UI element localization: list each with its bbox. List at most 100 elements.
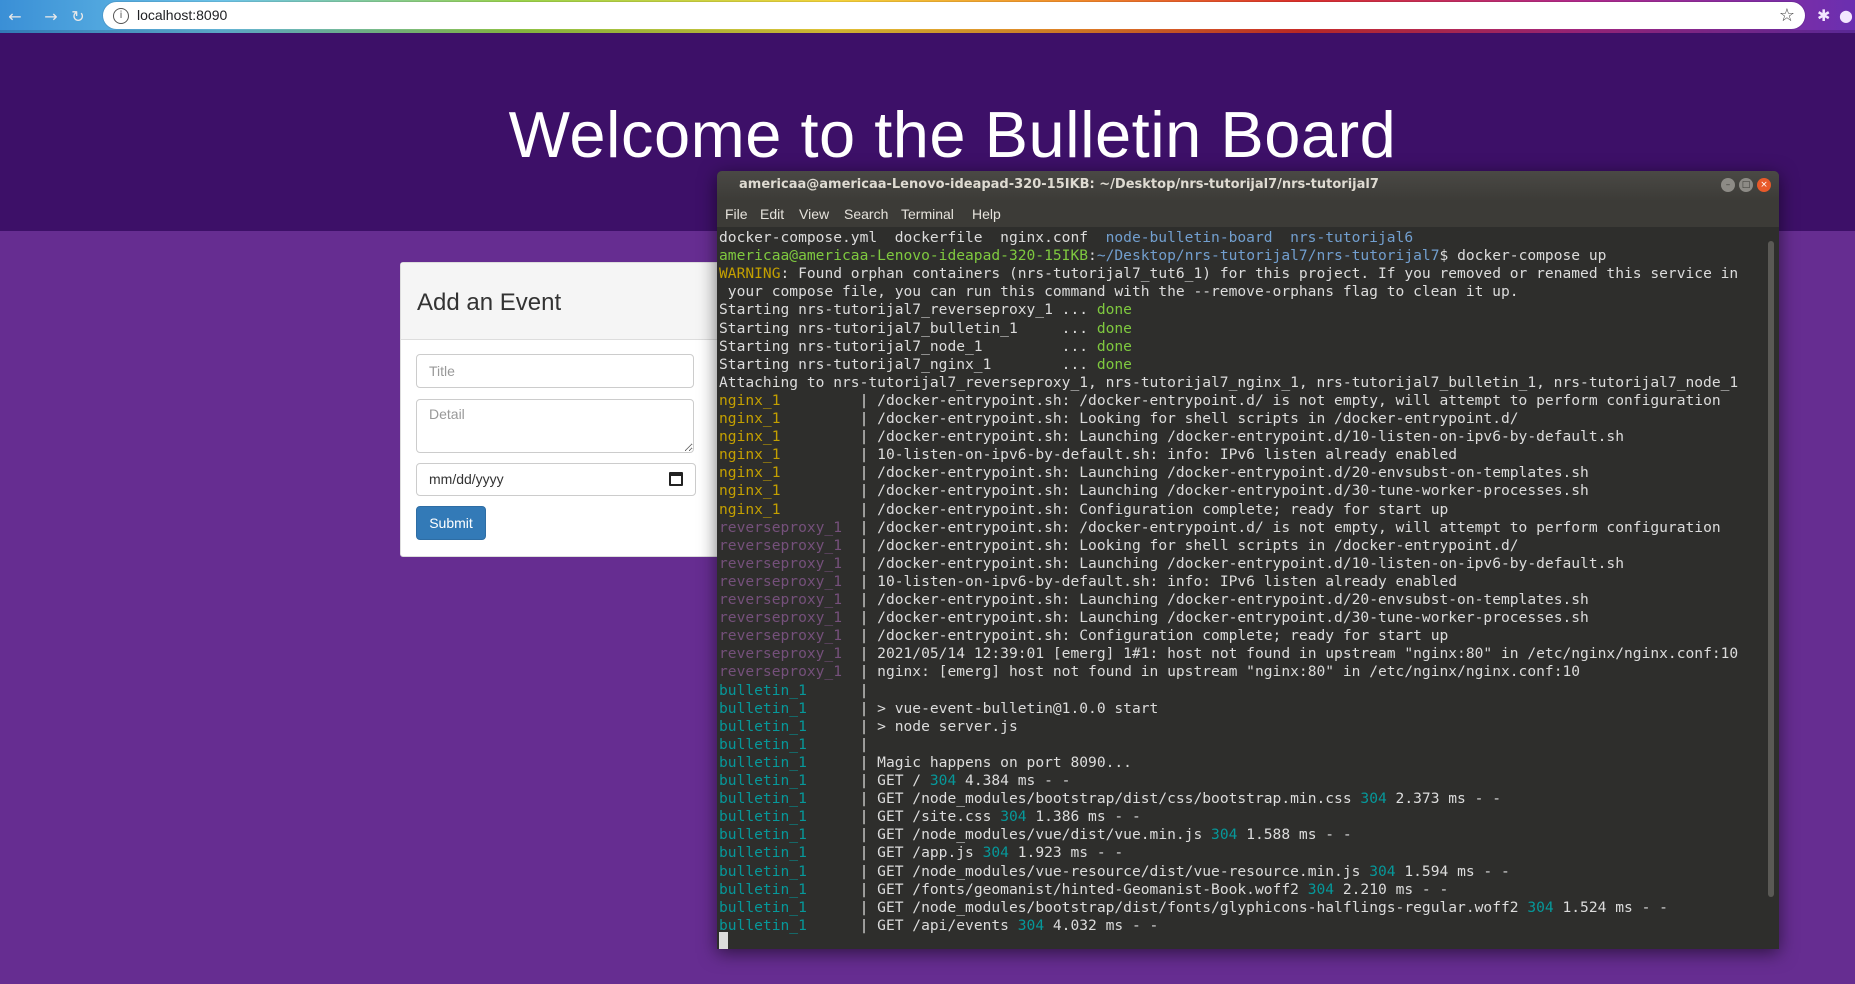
reload-icon[interactable]: ↻ bbox=[67, 6, 89, 28]
terminal-text-segment: | GET /api/events bbox=[859, 916, 1018, 934]
terminal-text-segment: reverseproxy_1 bbox=[719, 591, 860, 608]
menu-file[interactable]: File bbox=[725, 206, 748, 222]
terminal-scrollbar[interactable] bbox=[1765, 227, 1777, 949]
terminal-line: bulletin_1 | GET /node_modules/vue/dist/… bbox=[719, 826, 1352, 844]
scrollbar-thumb[interactable] bbox=[1768, 241, 1774, 897]
terminal-line: bulletin_1 | GET /node_modules/bootstrap… bbox=[719, 899, 1668, 917]
close-icon[interactable]: × bbox=[1757, 178, 1771, 192]
terminal-text-segment: nginx_1 bbox=[719, 391, 860, 409]
terminal-text-segment: | /docker-entrypoint.sh: Launching /dock… bbox=[859, 482, 1589, 500]
terminal-text-segment: | GET /node_modules/bootstrap/dist/css/b… bbox=[859, 790, 1361, 808]
extensions-puzzle-icon[interactable]: ✱ bbox=[1817, 6, 1830, 25]
terminal-text-segment: 304 bbox=[929, 772, 957, 789]
menu-search[interactable]: Search bbox=[844, 206, 888, 222]
terminal-text-segment: $ docker-compose up bbox=[1439, 247, 1607, 265]
terminal-text-segment: bulletin_1 bbox=[719, 898, 860, 916]
terminal-text-segment: 1.524 ms - - bbox=[1553, 898, 1668, 916]
terminal-text-segment: 304 bbox=[1017, 916, 1045, 934]
terminal-text-segment: | /docker-entrypoint.sh: Launching /dock… bbox=[859, 464, 1589, 482]
terminal-text-segment: bulletin_1 bbox=[719, 844, 860, 862]
terminal-line: reverseproxy_1 | /docker-entrypoint.sh: … bbox=[719, 519, 1721, 537]
date-placeholder: mm/dd/yyyy bbox=[429, 471, 504, 487]
terminal-output[interactable]: docker-compose.yml dockerfile nginx.conf… bbox=[719, 227, 1763, 949]
terminal-text-segment: bulletin_1 bbox=[719, 880, 860, 898]
maximize-icon[interactable]: □ bbox=[1739, 178, 1753, 192]
terminal-text-segment: | 2021/05/14 12:39:01 [emerg] 1#1: host … bbox=[859, 645, 1739, 663]
calendar-icon[interactable] bbox=[669, 472, 683, 486]
address-bar[interactable]: i localhost:8090 ☆ bbox=[103, 2, 1805, 29]
terminal-text-segment: reverseproxy_1 bbox=[719, 518, 860, 536]
terminal-line: nginx_1 | /docker-entrypoint.sh: Configu… bbox=[719, 501, 1448, 519]
menu-edit[interactable]: Edit bbox=[760, 206, 784, 222]
terminal-text-segment: 304 bbox=[1307, 880, 1335, 898]
terminal-text-segment: 304 bbox=[1527, 898, 1554, 916]
date-input[interactable]: mm/dd/yyyy bbox=[416, 463, 696, 496]
terminal-text-segment: | GET / bbox=[859, 772, 930, 789]
profile-icon[interactable]: ● bbox=[1839, 6, 1853, 25]
terminal-line: bulletin_1 | GET /app.js 304 1.923 ms - … bbox=[719, 844, 1123, 862]
terminal-text-segment: | Magic happens on port 8090... bbox=[859, 753, 1132, 771]
terminal-text-segment: bulletin_1 bbox=[719, 772, 860, 789]
terminal-text-segment: | GET /site.css bbox=[859, 808, 1001, 826]
terminal-line: bulletin_1 | GET /api/events 304 4.032 m… bbox=[719, 917, 1158, 935]
terminal-line: bulletin_1 | GET / 304 4.384 ms - - bbox=[719, 772, 1070, 790]
terminal-line: nginx_1 | /docker-entrypoint.sh: Looking… bbox=[719, 410, 1519, 428]
page-title: Welcome to the Bulletin Board bbox=[508, 98, 1397, 171]
terminal-text-segment: Starting nrs-tutorijal7_reverseproxy_1 .… bbox=[719, 301, 1097, 319]
menu-help[interactable]: Help bbox=[972, 206, 1001, 222]
terminal-text-segment: | GET /node_modules/vue-resource/dist/vu… bbox=[859, 862, 1370, 880]
info-icon[interactable]: i bbox=[113, 8, 129, 24]
terminal-text-segment: 2.373 ms - - bbox=[1386, 790, 1501, 808]
terminal-titlebar[interactable]: americaa@americaa-Lenovo-ideapad-320-15I… bbox=[717, 171, 1779, 201]
terminal-text-segment: | GET /node_modules/bootstrap/dist/fonts… bbox=[859, 898, 1528, 916]
terminal-text-segment: 1.594 ms - - bbox=[1395, 862, 1510, 880]
terminal-text-segment: | nginx: [emerg] host not found in upstr… bbox=[859, 663, 1581, 681]
menu-view[interactable]: View bbox=[799, 206, 829, 222]
terminal-text-segment: | GET /fonts/geomanist/hinted-Geomanist-… bbox=[859, 880, 1308, 898]
terminal-text-segment: nginx_1 bbox=[719, 482, 860, 500]
title-input[interactable] bbox=[416, 354, 694, 388]
terminal-line: Starting nrs-tutorijal7_bulletin_1 ... d… bbox=[719, 320, 1132, 338]
terminal-line: reverseproxy_1 | /docker-entrypoint.sh: … bbox=[719, 555, 1624, 573]
terminal-text-segment: | 10-listen-on-ipv6-by-default.sh: info:… bbox=[859, 572, 1458, 590]
terminal-text-segment: Starting nrs-tutorijal7_nginx_1 ... bbox=[719, 355, 1097, 373]
menu-terminal[interactable]: Terminal bbox=[901, 206, 954, 222]
terminal-text-segment: docker-compose.yml dockerfile nginx.conf bbox=[719, 229, 1106, 246]
detail-textarea[interactable] bbox=[416, 399, 694, 453]
terminal-text-segment: 1.923 ms - - bbox=[1008, 844, 1124, 862]
terminal-text-segment: 1.386 ms - - bbox=[1026, 808, 1141, 826]
terminal-text-segment: bulletin_1 bbox=[719, 826, 860, 844]
terminal-text-segment: done bbox=[1096, 301, 1132, 319]
terminal-line: americaa@americaa-Lenovo-ideapad-320-15I… bbox=[719, 247, 1606, 265]
minimize-icon[interactable]: – bbox=[1721, 178, 1735, 192]
terminal-text-segment: | /docker-entrypoint.sh: Configuration c… bbox=[859, 627, 1449, 645]
terminal-text-segment: reverseproxy_1 bbox=[719, 663, 860, 681]
back-arrow-icon[interactable]: ← bbox=[4, 6, 26, 28]
terminal-text-segment: | bbox=[859, 735, 869, 753]
terminal-line: bulletin_1 | > node server.js bbox=[719, 718, 1018, 736]
terminal-text-segment: nginx_1 bbox=[719, 410, 860, 427]
terminal-text-segment: 304 bbox=[1000, 808, 1027, 826]
terminal-text-segment: | /docker-entrypoint.sh: Launching /dock… bbox=[859, 554, 1624, 572]
terminal-cursor bbox=[719, 932, 728, 949]
terminal-text-segment: ~/Desktop/nrs-tutorijal7/nrs-tutorijal7 bbox=[1096, 247, 1440, 265]
terminal-line: reverseproxy_1 | /docker-entrypoint.sh: … bbox=[719, 627, 1448, 645]
terminal-text-segment: nginx_1 bbox=[719, 464, 860, 482]
terminal-text-segment: nginx_1 bbox=[719, 500, 860, 518]
terminal-text-segment: | /docker-entrypoint.sh: Launching /dock… bbox=[859, 609, 1589, 627]
terminal-line: bulletin_1 | GET /fonts/geomanist/hinted… bbox=[719, 881, 1448, 899]
bookmark-star-icon[interactable]: ☆ bbox=[1779, 5, 1795, 26]
terminal-text-segment: | 10-listen-on-ipv6-by-default.sh: info:… bbox=[859, 446, 1458, 464]
terminal-text-segment: bulletin_1 bbox=[719, 735, 860, 753]
submit-button[interactable]: Submit bbox=[416, 506, 486, 540]
url-text[interactable]: localhost:8090 bbox=[137, 7, 227, 23]
terminal-text-segment: reverseproxy_1 bbox=[719, 572, 860, 590]
terminal-text-segment: | GET /app.js bbox=[859, 844, 983, 862]
terminal-text-segment: your compose file, you can run this comm… bbox=[719, 283, 1519, 301]
terminal-text-segment: 304 bbox=[1211, 826, 1238, 844]
terminal-text-segment: bulletin_1 bbox=[719, 790, 860, 808]
terminal-line: bulletin_1 | GET /site.css 304 1.386 ms … bbox=[719, 808, 1141, 826]
terminal-text-segment: bulletin_1 bbox=[719, 681, 860, 699]
forward-arrow-icon[interactable]: → bbox=[40, 6, 62, 28]
